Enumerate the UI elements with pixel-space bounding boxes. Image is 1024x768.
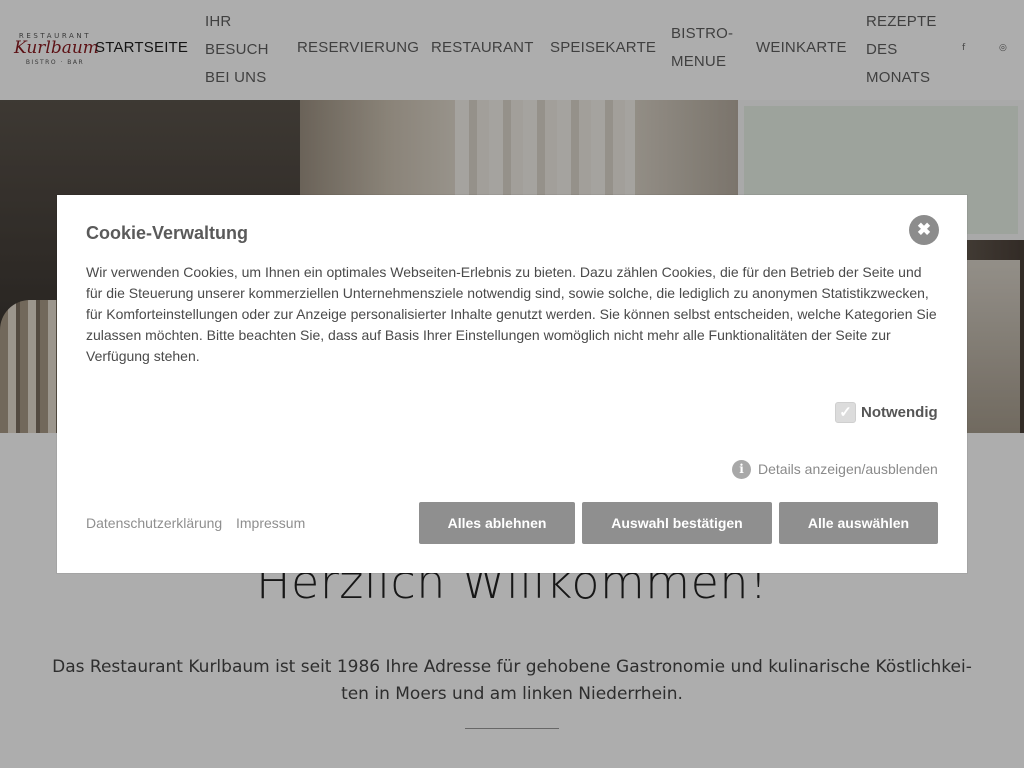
imprint-link[interactable]: Impressum [236, 515, 305, 531]
cookie-dialog: Cookie-Verwaltung ✖ Wir verwenden Cookie… [57, 195, 967, 573]
reject-all-button[interactable]: Alles ablehnen [419, 502, 575, 544]
checkbox-check-icon[interactable]: ✓ [835, 402, 856, 423]
details-toggle-label: Details anzeigen/ausblenden [758, 461, 938, 477]
confirm-selection-button[interactable]: Auswahl bestätigen [582, 502, 772, 544]
cookie-dialog-title: Cookie-Verwaltung [86, 223, 249, 243]
cookie-description: Wir verwenden Cookies, um Ihnen ein opti… [86, 264, 937, 364]
close-icon[interactable]: ✖ [909, 215, 939, 245]
select-all-button[interactable]: Alle auswählen [779, 502, 938, 544]
privacy-policy-link[interactable]: Datenschutzerklärung [86, 515, 222, 531]
necessary-label: Notwendig [861, 404, 938, 421]
info-icon: i [732, 460, 751, 479]
